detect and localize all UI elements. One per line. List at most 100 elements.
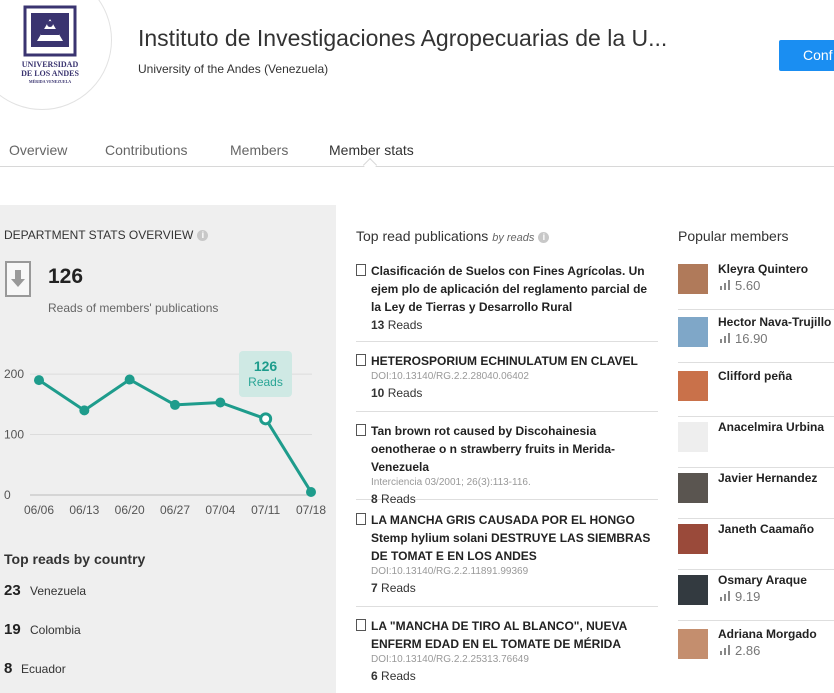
member-item[interactable]: Kleyra Quintero 5.60 bbox=[678, 262, 834, 310]
publication-meta: DOI:10.13140/RG.2.2.25313.76649 bbox=[371, 654, 529, 665]
tab-overview[interactable]: Overview bbox=[9, 142, 67, 158]
publication-reads: 7 Reads bbox=[371, 580, 658, 596]
reads-count: 7 bbox=[371, 581, 378, 595]
score-bars-icon bbox=[720, 333, 731, 343]
tab-bar: Overview Contributions Members Member st… bbox=[0, 142, 834, 167]
avatar[interactable] bbox=[678, 422, 708, 452]
x-tick-label: 07/04 bbox=[205, 503, 235, 517]
publication-title[interactable]: LA "MANCHA DE TIRO AL BLANCO", NUEVA ENF… bbox=[371, 617, 658, 653]
publication-item[interactable]: HETEROSPORIUM ECHINULATUM EN CLAVEL DOI:… bbox=[356, 352, 658, 412]
institution-logo[interactable]: UNIVERSIDAD DE LOS ANDES MÉRIDA VENEZUEL… bbox=[0, 0, 112, 110]
x-tick-label: 07/11 bbox=[251, 503, 280, 517]
publication-item[interactable]: LA MANCHA GRIS CAUSADA POR EL HONGO Stem… bbox=[356, 511, 658, 607]
publication-reads: 8 Reads bbox=[371, 491, 658, 507]
top-publications-heading-text: Top read publications bbox=[356, 228, 489, 244]
score-bars-icon bbox=[720, 591, 731, 601]
publication-title[interactable]: HETEROSPORIUM ECHINULATUM EN CLAVEL bbox=[371, 352, 658, 370]
score-bars-icon bbox=[720, 280, 731, 290]
reads-word: Reads bbox=[387, 318, 423, 332]
tab-contributions[interactable]: Contributions bbox=[105, 142, 188, 158]
document-icon bbox=[356, 264, 366, 276]
publication-item[interactable]: Tan brown rot caused by Discohainesia oe… bbox=[356, 422, 658, 506]
info-icon[interactable]: i bbox=[197, 230, 209, 242]
tooltip-label: Reads bbox=[248, 375, 283, 389]
publication-meta: Interciencia 03/2001; 26(3):113-116. bbox=[371, 477, 531, 488]
country-row: 23 Venezuela bbox=[4, 582, 86, 600]
info-icon[interactable]: i bbox=[538, 231, 550, 243]
reads-count: 8 bbox=[371, 492, 378, 506]
top-publications-heading: Top read publications by reads i bbox=[356, 228, 550, 244]
publication-meta: DOI:10.13140/RG.2.2.28040.06402 bbox=[371, 371, 529, 382]
total-reads-count: 126 bbox=[48, 265, 84, 288]
institution-subtitle[interactable]: University of the Andes (Venezuela) bbox=[138, 62, 328, 76]
follow-button[interactable]: Conf bbox=[779, 40, 834, 71]
tab-members[interactable]: Members bbox=[230, 142, 288, 158]
logo-text-line: MÉRIDA VENEZUELA bbox=[28, 79, 72, 84]
data-point bbox=[170, 399, 180, 410]
member-item[interactable]: Anacelmira Urbina bbox=[678, 420, 834, 468]
country-count: 23 bbox=[4, 582, 21, 599]
total-reads-label: Reads of members' publications bbox=[48, 301, 219, 315]
logo-text-line: DE LOS ANDES bbox=[21, 69, 79, 78]
publication-item[interactable]: Clasificación de Suelos con Fines Agríco… bbox=[356, 262, 658, 342]
score-bars-icon bbox=[720, 645, 731, 655]
member-item[interactable]: Osmary Araque 9.19 bbox=[678, 573, 834, 621]
publication-title[interactable]: Tan brown rot caused by Discohainesia oe… bbox=[371, 422, 658, 476]
country-row: 8 Ecuador bbox=[4, 660, 66, 678]
member-item[interactable]: Javier Hernandez bbox=[678, 471, 834, 519]
country-count: 19 bbox=[4, 621, 21, 638]
publication-meta: DOI:10.13140/RG.2.2.11891.99369 bbox=[371, 566, 529, 577]
reads-count: 10 bbox=[371, 386, 385, 400]
seal-icon bbox=[23, 5, 77, 57]
stats-overview-heading-text: DEPARTMENT STATS OVERVIEW bbox=[4, 228, 194, 242]
university-seal: UNIVERSIDAD DE LOS ANDES MÉRIDA VENEZUEL… bbox=[19, 3, 81, 95]
member-name[interactable]: Janeth Caamaño bbox=[718, 522, 814, 536]
avatar[interactable] bbox=[678, 264, 708, 294]
avatar[interactable] bbox=[678, 575, 708, 605]
institution-title: Instituto de Investigaciones Agropecuari… bbox=[138, 25, 668, 51]
y-tick-label: 0 bbox=[4, 488, 11, 502]
avatar[interactable] bbox=[678, 317, 708, 347]
member-score: 2.86 bbox=[720, 643, 760, 658]
member-score-value: 5.60 bbox=[735, 278, 761, 293]
publication-title[interactable]: Clasificación de Suelos con Fines Agríco… bbox=[371, 262, 658, 316]
document-icon bbox=[356, 619, 366, 631]
data-point bbox=[79, 405, 90, 416]
member-name[interactable]: Anacelmira Urbina bbox=[718, 420, 824, 434]
reads-word: Reads bbox=[387, 386, 423, 400]
tooltip-value: 126 bbox=[253, 358, 278, 374]
reads-count: 13 bbox=[371, 318, 385, 332]
avatar[interactable] bbox=[678, 473, 708, 503]
country-count: 8 bbox=[4, 660, 13, 677]
publication-reads: 10 Reads bbox=[371, 385, 658, 401]
avatar[interactable] bbox=[678, 629, 708, 659]
member-name[interactable]: Hector Nava-Trujillo bbox=[718, 315, 831, 329]
member-name[interactable]: Osmary Araque bbox=[718, 573, 807, 587]
document-icon bbox=[356, 424, 366, 436]
member-name[interactable]: Kleyra Quintero bbox=[718, 262, 808, 276]
member-name[interactable]: Adriana Morgado bbox=[718, 627, 817, 641]
chart-tooltip: 126 Reads bbox=[239, 351, 292, 397]
reads-word: Reads bbox=[381, 669, 416, 683]
member-item[interactable]: Hector Nava-Trujillo 16.90 bbox=[678, 315, 834, 363]
country-name: Colombia bbox=[30, 623, 81, 637]
country-row: 19 Colombia bbox=[4, 621, 81, 639]
member-score-value: 9.19 bbox=[735, 589, 761, 604]
avatar[interactable] bbox=[678, 524, 708, 554]
country-name: Ecuador bbox=[21, 662, 66, 676]
member-item[interactable]: Clifford peña bbox=[678, 369, 834, 417]
avatar[interactable] bbox=[678, 371, 708, 401]
member-name[interactable]: Javier Hernandez bbox=[718, 471, 817, 485]
country-name: Venezuela bbox=[30, 584, 87, 598]
data-point bbox=[215, 397, 226, 408]
data-point bbox=[306, 486, 316, 497]
publication-item[interactable]: LA "MANCHA DE TIRO AL BLANCO", NUEVA ENF… bbox=[356, 617, 658, 693]
member-item[interactable]: Adriana Morgado 2.86 bbox=[678, 627, 834, 675]
publication-reads: 6 Reads bbox=[371, 668, 658, 684]
y-tick-label: 100 bbox=[4, 428, 24, 442]
member-item[interactable]: Janeth Caamaño bbox=[678, 522, 834, 570]
publication-title[interactable]: LA MANCHA GRIS CAUSADA POR EL HONGO Stem… bbox=[371, 511, 658, 565]
x-tick-label: 06/06 bbox=[24, 503, 54, 517]
member-name[interactable]: Clifford peña bbox=[718, 369, 792, 383]
tab-member-stats[interactable]: Member stats bbox=[329, 142, 414, 158]
